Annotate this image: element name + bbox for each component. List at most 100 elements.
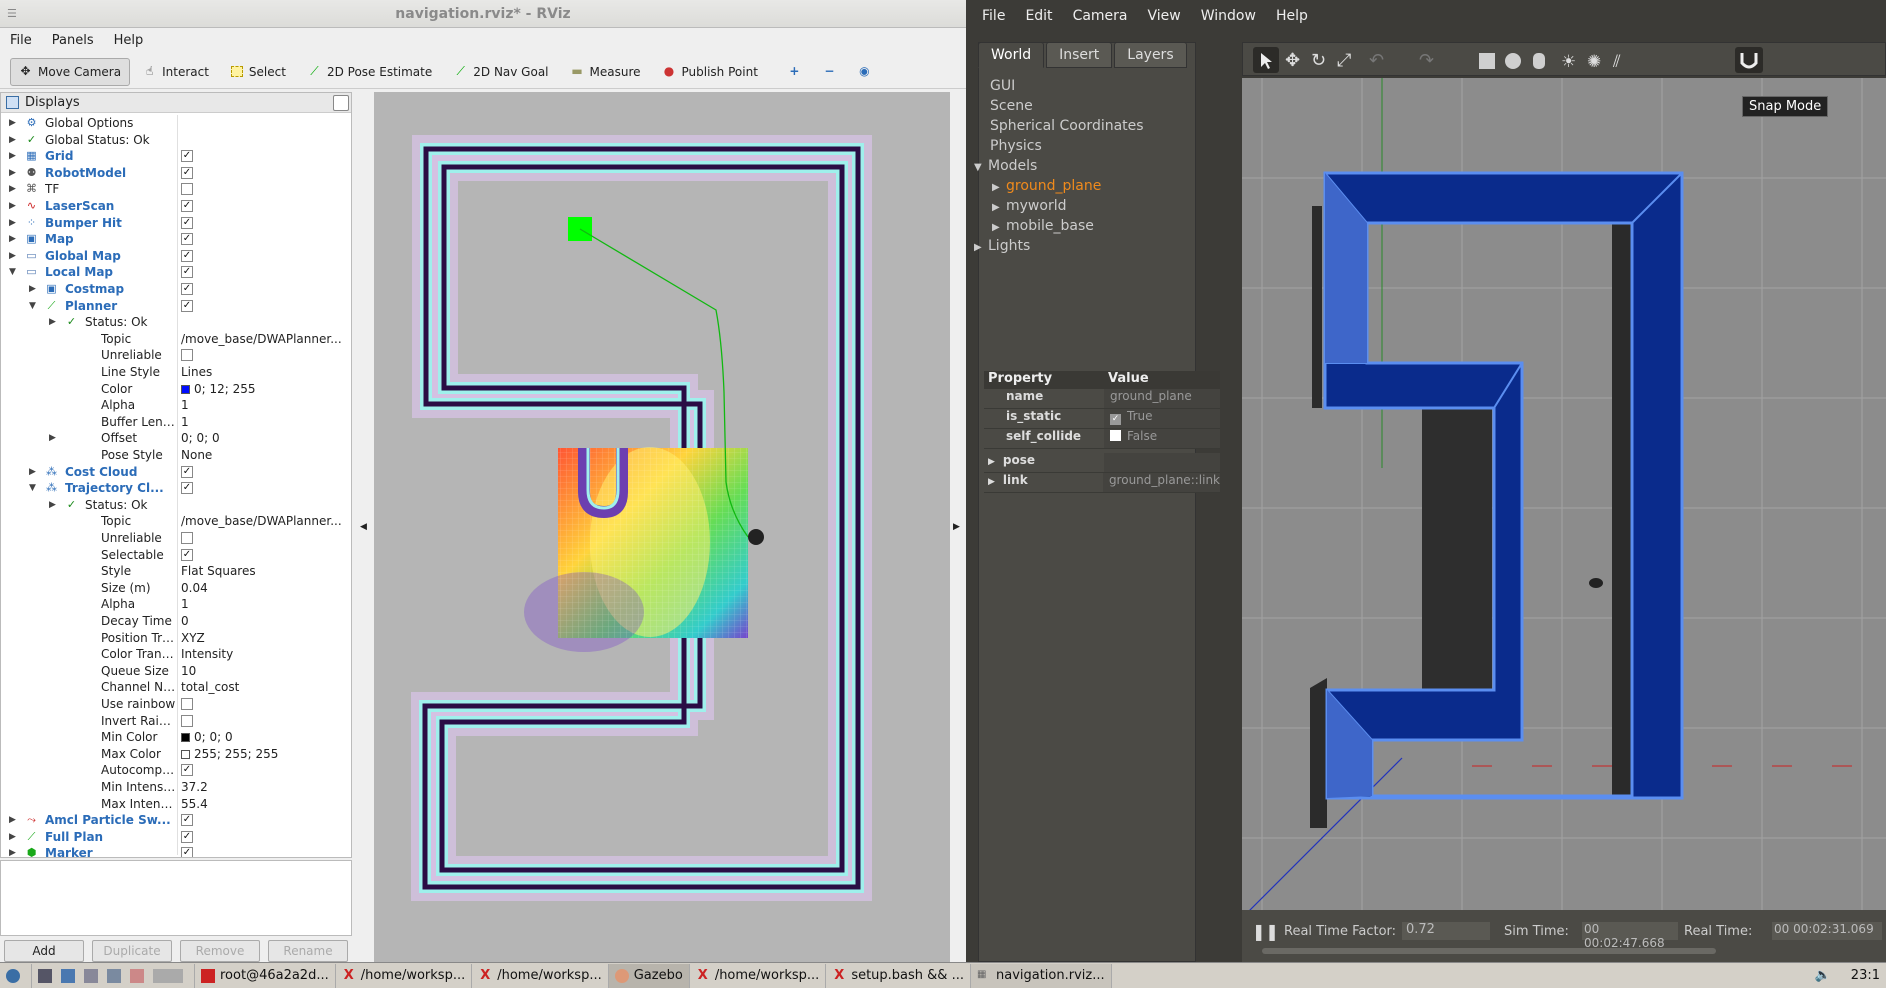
spot-light-icon[interactable]: ✺ [1587, 52, 1601, 72]
display-row[interactable]: Position Transfo... XYZ [1, 630, 351, 646]
display-row[interactable]: ▶ ▦ Grid ✓ [1, 148, 351, 164]
display-row[interactable]: ▶ ⬢ Marker ✓ [1, 845, 351, 857]
display-row[interactable]: ▶ Offset 0; 0; 0 [1, 430, 351, 446]
world-walls[interactable] [1310, 171, 1684, 828]
measure-button[interactable]: ▬ Measure [562, 58, 650, 86]
collapse-left-icon[interactable]: ◀ [360, 522, 367, 532]
display-row[interactable]: Unreliable [1, 347, 351, 363]
prop-row-pose[interactable]: ▶ pose [984, 453, 1220, 473]
display-row[interactable]: ▶ ⌘ TF [1, 181, 351, 197]
menu-panels[interactable]: Panels [42, 31, 104, 53]
expand-arrow-icon[interactable]: ▶ [9, 181, 19, 197]
display-checkbox[interactable] [181, 532, 193, 544]
status-scrollbar[interactable] [1262, 948, 1716, 954]
map-render[interactable] [374, 92, 950, 962]
collapse-arrow-icon[interactable]: ▼ [29, 480, 39, 496]
display-row[interactable]: Min Color 0; 0; 0 [1, 729, 351, 745]
pause-button[interactable]: ❚❚ [1252, 922, 1279, 941]
tab-insert[interactable]: Insert [1046, 42, 1113, 68]
display-value[interactable]: Flat Squares [181, 563, 349, 579]
display-row[interactable]: Max Color 255; 255; 255 [1, 746, 351, 762]
task-terminal-root[interactable]: root@46a2a2d... [195, 963, 336, 988]
display-row[interactable]: ▶ ⤳ Amcl Particle Sw... ✓ [1, 812, 351, 828]
display-row[interactable]: ▶ ✓ Status: Ok [1, 314, 351, 330]
scale-mode-icon[interactable]: ⤢ [1337, 50, 1352, 71]
panel-close-button[interactable] [333, 95, 349, 111]
display-row[interactable]: Min Intensity 37.2 [1, 779, 351, 795]
display-row[interactable]: ▼ ⁂ Trajectory Cl... ✓ [1, 480, 351, 496]
expand-arrow-icon[interactable]: ▶ [9, 198, 19, 214]
collapse-arrow-icon[interactable]: ▼ [974, 162, 988, 173]
expand-arrow-icon[interactable]: ▶ [974, 242, 988, 253]
display-checkbox[interactable] [181, 714, 193, 727]
display-value[interactable]: 1 [181, 397, 349, 413]
display-value[interactable]: Lines [181, 364, 349, 380]
blank-launch-icon[interactable] [153, 968, 183, 983]
gz-menu-edit[interactable]: Edit [1013, 6, 1060, 26]
display-checkbox[interactable]: ✓ [181, 299, 193, 312]
display-value[interactable]: 0; 0; 0 [181, 430, 349, 446]
display-row[interactable]: ▶ ✓ Global Status: Ok [1, 132, 351, 148]
collapse-arrow-icon[interactable]: ▼ [9, 264, 19, 280]
display-row[interactable]: ▶ ⚙ Global Options [1, 115, 351, 131]
display-row[interactable]: Line Style Lines [1, 364, 351, 380]
display-checkbox[interactable]: ✓ [181, 814, 193, 827]
display-checkbox[interactable]: ✓ [181, 830, 193, 843]
display-row[interactable]: Queue Size 10 [1, 663, 351, 679]
menu-help[interactable]: Help [104, 31, 154, 53]
display-row[interactable]: ▶ ▭ Global Map ✓ [1, 248, 351, 264]
collapse-right-icon[interactable]: ▶ [953, 522, 960, 532]
expand-arrow-icon[interactable]: ▶ [9, 132, 19, 148]
expand-arrow-icon[interactable]: ▶ [29, 281, 39, 297]
start-button[interactable] [0, 963, 32, 988]
expand-arrow-icon[interactable]: ▶ [9, 845, 19, 857]
sphere-shape-icon[interactable] [1505, 53, 1521, 69]
is-static-checkbox[interactable]: ✓ [1110, 414, 1121, 425]
display-row[interactable]: Autocompute In... ✓ [1, 762, 351, 778]
redo-icon[interactable]: ↷ [1419, 50, 1434, 71]
display-value[interactable]: 1 [181, 596, 349, 612]
display-value[interactable]: 0.04 [181, 580, 349, 596]
expand-arrow-icon[interactable]: ▶ [9, 148, 19, 164]
expand-arrow-icon[interactable]: ▶ [49, 430, 59, 446]
publish-point-button[interactable]: ● Publish Point [654, 58, 767, 86]
display-value[interactable]: 1 [181, 414, 349, 430]
right-splitter[interactable]: ▶ [950, 92, 966, 962]
display-checkbox[interactable]: ✓ [181, 266, 193, 279]
duplicate-button[interactable]: Duplicate [92, 940, 172, 962]
task-setup-bash[interactable]: Xsetup.bash && ... [826, 963, 971, 988]
gz-menu-view[interactable]: View [1136, 6, 1189, 26]
rename-button[interactable]: Rename [268, 940, 348, 962]
remove-button[interactable]: Remove [180, 940, 260, 962]
expand-arrow-icon[interactable]: ▶ [9, 248, 19, 264]
display-row[interactable]: Unreliable [1, 530, 351, 546]
display-checkbox[interactable] [181, 698, 193, 710]
task-terminal-1[interactable]: X/home/worksp... [336, 963, 473, 988]
expand-arrow-icon[interactable]: ▶ [9, 829, 19, 845]
display-checkbox[interactable]: ✓ [181, 465, 193, 478]
display-checkbox[interactable]: ✓ [181, 249, 193, 262]
display-row[interactable]: Color 0; 12; 255 [1, 381, 351, 397]
gazebo-launch-icon[interactable] [130, 968, 144, 983]
undo-icon[interactable]: ↶ [1369, 50, 1384, 71]
pose-estimate-button[interactable]: ⟋ 2D Pose Estimate [299, 58, 441, 86]
world-tree-item[interactable]: ▶ mobile_base [992, 218, 1094, 234]
task-terminal-3[interactable]: X/home/worksp... [690, 963, 827, 988]
self-collide-checkbox[interactable] [1110, 430, 1121, 441]
display-row[interactable]: ▶ ⁘ Bumper Hit ✓ [1, 215, 351, 231]
display-row[interactable]: ▼ ⟋ Planner ✓ [1, 298, 351, 314]
translate-mode-icon[interactable]: ✥ [1285, 50, 1300, 71]
world-tree-item[interactable]: ▶ ground_plane [992, 178, 1101, 194]
gz-menu-window[interactable]: Window [1189, 6, 1264, 26]
display-checkbox[interactable]: ✓ [181, 150, 193, 163]
display-checkbox[interactable]: ✓ [181, 283, 193, 295]
gz-menu-camera[interactable]: Camera [1061, 6, 1136, 26]
box-shape-icon[interactable] [1479, 53, 1495, 69]
display-checkbox[interactable] [181, 349, 193, 362]
tab-world[interactable]: World [978, 42, 1045, 68]
world-tree-item[interactable]: Spherical Coordinates [990, 118, 1144, 134]
display-row[interactable]: ▶ ▣ Costmap ✓ [1, 281, 351, 297]
view-options-button[interactable]: ◉ [849, 58, 880, 86]
display-value[interactable]: 0 [181, 613, 349, 629]
cylinder-shape-icon[interactable] [1533, 53, 1545, 69]
